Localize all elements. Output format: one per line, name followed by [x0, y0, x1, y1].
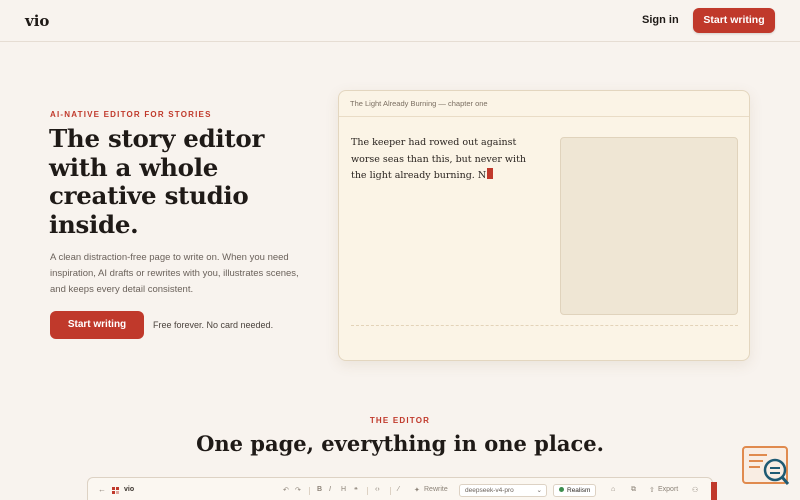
export-button[interactable]: Export [658, 486, 678, 493]
model-select[interactable]: deepseek-v4-pro ⌄ [459, 484, 547, 497]
user-icon[interactable]: ⚇ [692, 486, 698, 494]
quote-icon[interactable]: ❝ [354, 486, 358, 494]
hero-title: The story editor with a whole creative s… [49, 124, 265, 239]
realism-toggle[interactable]: Realism [553, 484, 597, 497]
preview-accent-bar [711, 482, 717, 500]
rewrite-button[interactable]: Rewrite [424, 486, 448, 493]
text-cursor [487, 168, 494, 179]
preview-app-name: vio [124, 486, 135, 493]
realism-label: Realism [567, 487, 591, 494]
header-start-writing-button[interactable]: Start writing [693, 8, 775, 33]
export-icon[interactable]: ⇧ [649, 486, 655, 494]
lock-icon[interactable]: ⌂ [611, 486, 615, 493]
help-chat-icon[interactable] [742, 446, 790, 488]
model-select-value: deepseek-v4-pro [465, 487, 514, 494]
editor-card-text: The keeper had rowed out against worse s… [351, 137, 527, 181]
grid-icon[interactable] [112, 487, 119, 494]
status-dot-icon [559, 487, 564, 492]
divider [351, 325, 738, 326]
copy-icon[interactable]: ⧉ [631, 486, 636, 494]
toolbar-divider [367, 487, 368, 495]
toolbar-divider [309, 487, 310, 495]
editor-preview-card: The Light Already Burning — chapter one … [338, 90, 750, 361]
editor-card-text-block: The keeper had rowed out against worse s… [351, 135, 541, 185]
illustration-placeholder [560, 137, 738, 315]
section-eyebrow: THE EDITOR [369, 416, 431, 425]
app-preview-toolbar: ← vio ↶ ↷ B I H ❝ ‹› ⁄ ✦ Rewrite deepsee… [87, 477, 713, 500]
editor-card-header: The Light Already Burning — chapter one [339, 91, 749, 117]
bold-icon[interactable]: B [317, 486, 322, 493]
top-navigation-bar: vio Sign in Start writing [0, 0, 800, 42]
rewrite-sparkle-icon[interactable]: ✦ [414, 486, 420, 494]
hero-eyebrow: AI-NATIVE EDITOR FOR STORIES [50, 110, 212, 119]
sign-in-link[interactable]: Sign in [642, 14, 679, 26]
chevron-down-icon: ⌄ [536, 487, 542, 494]
back-arrow-icon[interactable]: ← [98, 485, 106, 494]
code-icon[interactable]: ‹› [375, 486, 380, 493]
hero-note: Free forever. No card needed. [153, 320, 274, 330]
hero-start-writing-button[interactable]: Start writing [50, 311, 144, 339]
toolbar-divider [390, 487, 391, 495]
editor-card-title: The Light Already Burning — chapter one [350, 99, 488, 108]
logo[interactable]: vio [25, 12, 49, 30]
hero-description: A clean distraction-free page to write o… [50, 252, 299, 295]
undo-icon[interactable]: ↶ [283, 486, 289, 494]
magic-wand-icon[interactable]: ⁄ [398, 486, 399, 493]
redo-icon[interactable]: ↷ [295, 486, 301, 494]
section-title: One page, everything in one place. [196, 431, 604, 456]
heading-icon[interactable]: H [341, 486, 346, 493]
italic-icon[interactable]: I [329, 486, 331, 493]
